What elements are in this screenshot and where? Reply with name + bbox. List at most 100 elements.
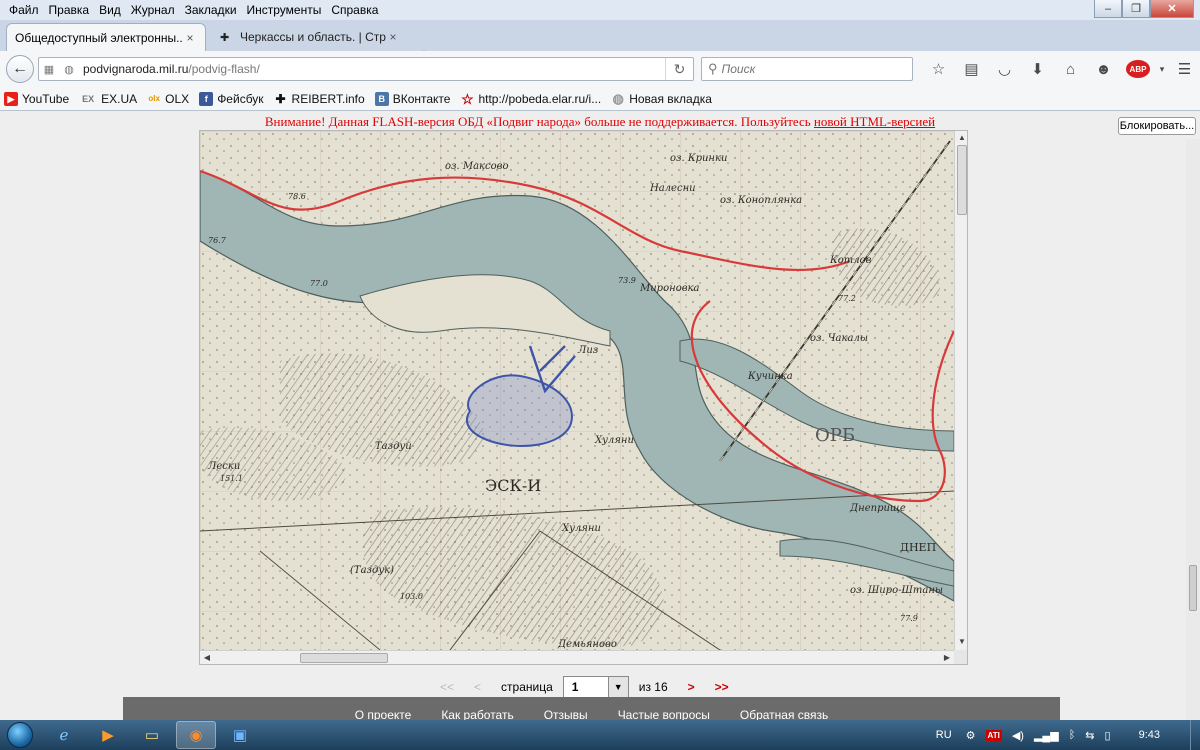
bookmark-pobeda[interactable]: ☆ http://pobeda.elar.ru/i... — [460, 92, 601, 106]
bookmark-facebook[interactable]: f Фейсбук — [199, 91, 264, 106]
chevron-down-icon[interactable]: ▼ — [607, 677, 628, 697]
scroll-corner — [954, 650, 967, 664]
nav-bar: ← ▦ ◍ podvignaroda.mil.ru/podvig-flash/ … — [0, 51, 1200, 87]
footer-link-reviews[interactable]: Отзывы — [544, 708, 588, 720]
map-elevation: 73.9 — [618, 276, 636, 285]
star-icon: ☆ — [461, 90, 474, 107]
home-icon[interactable]: ⌂ — [1054, 57, 1087, 81]
scroll-up-icon[interactable]: ▲ — [955, 131, 967, 145]
scroll-thumb[interactable] — [957, 145, 967, 215]
menu-edit[interactable]: Правка — [44, 0, 95, 20]
reading-list-icon[interactable]: ▤ — [955, 57, 988, 81]
map-label: ДНЕП — [900, 541, 936, 554]
abp-dropdown-icon[interactable]: ▾ — [1156, 57, 1168, 81]
bookmark-olx[interactable]: olx OLX — [147, 92, 189, 106]
scroll-down-icon[interactable]: ▼ — [955, 635, 967, 649]
topographic-map[interactable]: оз. Максово оз. Кринки Налесни оз. Коноп… — [200, 131, 954, 650]
show-desktop-button[interactable] — [1190, 720, 1200, 750]
reibert-icon: ✚ — [275, 91, 286, 106]
footer-link-howto[interactable]: Как работать — [441, 708, 513, 720]
identity-icon[interactable]: ▦ — [39, 63, 59, 76]
prev-page-button[interactable]: < — [474, 680, 481, 694]
footer-link-faq[interactable]: Частые вопросы — [618, 708, 710, 720]
menu-bar: Файл Правка Вид Журнал Закладки Инструме… — [0, 0, 1200, 20]
menu-file[interactable]: Файл — [4, 0, 44, 20]
hamburger-menu-icon[interactable]: ☰ — [1168, 57, 1200, 81]
url-text[interactable]: podvignaroda.mil.ru/podvig-flash/ — [79, 62, 665, 76]
reibert-icon: ✚ — [220, 31, 230, 44]
last-page-button[interactable]: >> — [715, 680, 729, 694]
bookmark-star-icon[interactable]: ☆ — [922, 57, 955, 81]
bookmark-reibert[interactable]: ✚ REIBERT.info — [274, 92, 365, 106]
maximize-button[interactable]: ❐ — [1122, 0, 1150, 18]
pocket-icon[interactable]: ◡ — [988, 57, 1021, 81]
taskbar-app[interactable]: ▣ — [220, 721, 260, 749]
menu-history[interactable]: Журнал — [126, 0, 180, 20]
block-button[interactable]: Блокировать... — [1118, 117, 1196, 135]
ati-icon[interactable]: ATI — [985, 729, 1002, 741]
map-label: оз. Коноплянка — [720, 195, 802, 206]
tab-title: Общедоступный электронны... — [15, 30, 183, 45]
tab-close-icon[interactable]: × — [386, 30, 400, 44]
taskbar-media[interactable]: ▶ — [88, 721, 128, 749]
usb-icon[interactable]: ⇆ — [1085, 729, 1094, 742]
map-viewer[interactable]: оз. Максово оз. Кринки Налесни оз. Коноп… — [199, 130, 968, 665]
menu-help[interactable]: Справка — [326, 0, 383, 20]
network-signal-icon[interactable]: ▂▄▆ — [1034, 729, 1059, 742]
footer-link-feedback[interactable]: Обратная связь — [740, 708, 828, 720]
close-window-button[interactable]: ✕ — [1150, 0, 1194, 18]
clock[interactable]: 9:43 — [1139, 729, 1160, 741]
bookmark-youtube[interactable]: ▶ YouTube — [4, 91, 69, 106]
html-version-link[interactable]: новой HTML-версией — [814, 114, 935, 129]
page-select[interactable]: 1 ▼ — [562, 676, 629, 698]
bookmark-exua[interactable]: EX EX.UA — [79, 92, 137, 106]
start-button[interactable] — [0, 720, 40, 750]
language-indicator[interactable]: RU — [936, 729, 952, 741]
map-horizontal-scrollbar[interactable]: ◀ ▶ — [200, 650, 954, 664]
taskbar-explorer[interactable]: ▭ — [132, 721, 172, 749]
adblock-icon[interactable]: ABP — [1126, 60, 1150, 78]
search-input[interactable] — [721, 62, 902, 76]
menu-bookmarks[interactable]: Закладки — [180, 0, 242, 20]
device-icon[interactable]: ▯ — [1105, 729, 1111, 742]
speaker-icon[interactable]: ◀) — [1012, 729, 1024, 742]
page-total: из 16 — [638, 680, 668, 694]
map-elevation: 103.0 — [400, 592, 423, 601]
map-label: Лески — [207, 461, 240, 472]
tab-cherkassy[interactable]: ✚ Черкассы и область. | Стр... × — [212, 23, 408, 51]
tab-close-icon[interactable]: × — [183, 31, 197, 45]
folder-icon: ▭ — [144, 727, 160, 744]
download-icon[interactable]: ⬇ — [1021, 57, 1054, 81]
footer-link-about[interactable]: О проекте — [355, 708, 412, 720]
back-button[interactable]: ← — [6, 55, 34, 83]
tab-podvig[interactable]: Общедоступный электронны... × — [6, 23, 206, 51]
system-tray: RU ⚙ ATI ◀) ▂▄▆ ᛒ ⇆ ▯ 9:43 — [936, 720, 1200, 750]
next-page-button[interactable]: > — [688, 680, 695, 694]
scroll-thumb[interactable] — [1189, 565, 1197, 611]
map-elevation: 78.6 — [288, 192, 306, 201]
bookmark-new-tab[interactable]: ◍ Новая вкладка — [611, 90, 712, 106]
taskbar-ie[interactable]: ℯ — [44, 721, 84, 749]
url-bar[interactable]: ▦ ◍ podvignaroda.mil.ru/podvig-flash/ ↻ — [38, 57, 694, 81]
scroll-right-icon[interactable]: ▶ — [940, 651, 954, 664]
first-page-button[interactable]: << — [440, 680, 454, 694]
page-label: страница — [501, 680, 553, 694]
chat-icon[interactable]: ☻ — [1087, 57, 1120, 81]
map-label: Мироновка — [639, 283, 700, 294]
scroll-thumb[interactable] — [300, 653, 388, 663]
taskbar-firefox[interactable]: ◉ — [176, 721, 216, 749]
minimize-button[interactable]: – — [1094, 0, 1122, 18]
window-controls: – ❐ ✕ — [1094, 0, 1194, 18]
menu-tools[interactable]: Инструменты — [242, 0, 327, 20]
globe-icon: ◍ — [612, 90, 624, 106]
tray-app-icon[interactable]: ⚙ — [966, 729, 976, 742]
reload-icon[interactable]: ↻ — [665, 58, 693, 80]
map-vertical-scrollbar[interactable]: ▲ ▼ — [954, 131, 967, 650]
scroll-left-icon[interactable]: ◀ — [200, 651, 214, 664]
bluetooth-icon[interactable]: ᛒ — [1069, 729, 1076, 741]
search-bar[interactable]: ⚲ — [701, 57, 913, 81]
bookmark-vk[interactable]: B ВКонтакте — [374, 91, 450, 106]
map-label: оз. Широ-Штаны — [850, 585, 943, 596]
page-scrollbar[interactable] — [1186, 139, 1200, 720]
menu-view[interactable]: Вид — [94, 0, 126, 20]
